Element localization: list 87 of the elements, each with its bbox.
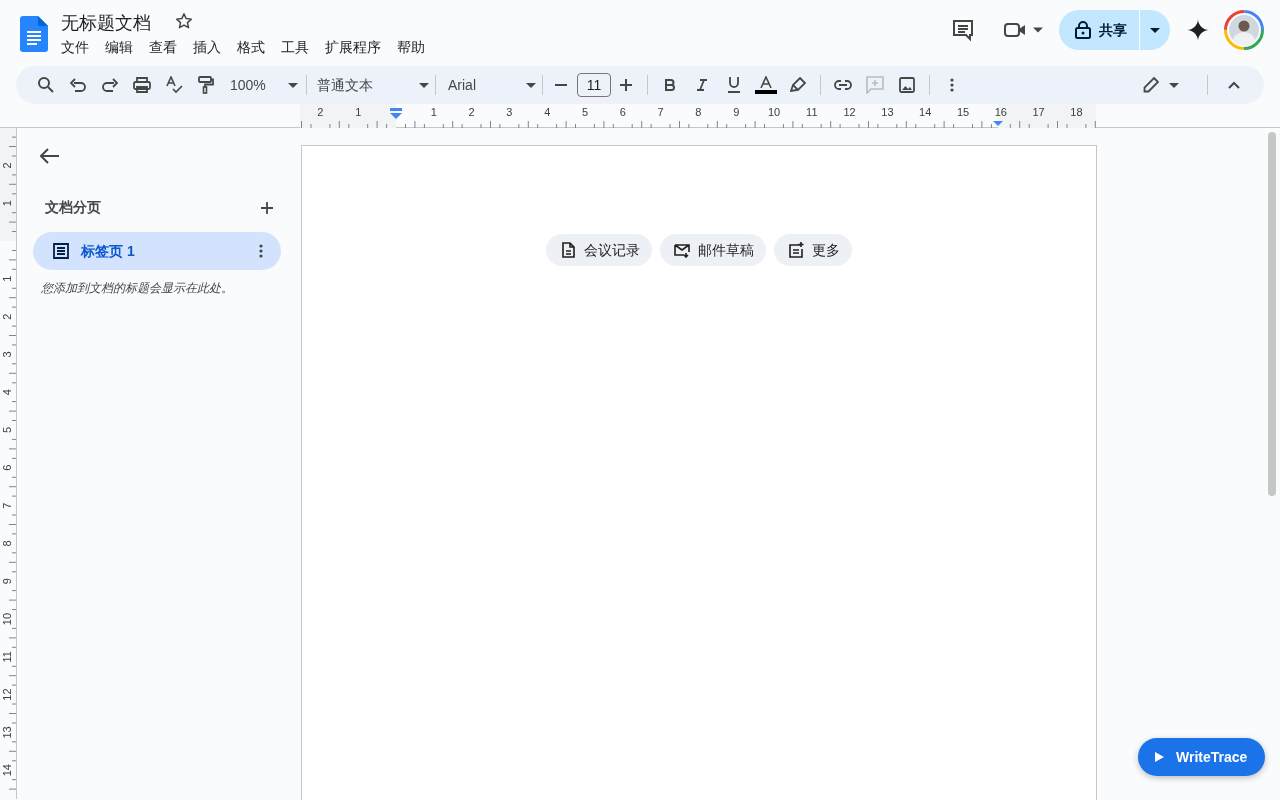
document-page[interactable]: 会议记录 邮件草稿 更多 (301, 145, 1097, 800)
ruler-number: 2 (468, 106, 475, 118)
menu-item[interactable]: 查看 (149, 35, 185, 58)
font-dropdown[interactable]: Arial (448, 71, 536, 99)
document-icon (53, 243, 69, 259)
caret-icon (526, 82, 536, 88)
indent-marker[interactable] (390, 108, 402, 119)
ruler-number: 12 (1, 688, 13, 701)
ruler-number: 9 (733, 106, 740, 118)
zoom-dropdown[interactable]: 100% (230, 71, 298, 99)
ruler-number: 7 (657, 106, 664, 118)
ruler-number: 4 (544, 106, 551, 118)
ruler-number: 5 (1, 426, 13, 434)
menu-item[interactable]: 扩展程序 (325, 35, 389, 58)
mail-icon (674, 242, 690, 258)
ruler-number: 8 (1, 540, 13, 547)
font-size-field[interactable]: 11 (577, 73, 611, 97)
indent-marker[interactable] (993, 121, 1003, 126)
tab-label: 标签页 1 (81, 241, 135, 261)
menu-item[interactable]: 插入 (193, 35, 229, 58)
caret-icon (419, 82, 429, 88)
ruler-number: 16 (994, 106, 1007, 118)
caret-icon (1033, 27, 1043, 33)
template-chip[interactable]: 更多 (774, 234, 852, 266)
comments-icon[interactable] (951, 18, 975, 42)
sparkle-icon[interactable] (1186, 18, 1210, 42)
ruler-number: 17 (1032, 106, 1045, 118)
pencil-icon (1143, 77, 1159, 93)
menu-item[interactable]: 格式 (237, 35, 273, 58)
lock-icon (1075, 21, 1091, 39)
ruler-number: 5 (581, 106, 589, 118)
template-chip[interactable]: 会议记录 (546, 234, 652, 266)
ruler-number: 1 (1, 275, 13, 282)
ruler-number: 11 (1, 651, 13, 663)
ruler-number: 2 (1, 313, 13, 320)
ruler-number: 15 (956, 106, 970, 118)
play-icon (1154, 752, 1164, 762)
caret-icon (288, 82, 298, 88)
menu-item[interactable]: 文件 (61, 35, 97, 58)
share-label: 共享 (1099, 20, 1127, 40)
menu-item[interactable]: 编辑 (105, 35, 141, 58)
more-icon[interactable] (259, 244, 263, 258)
editing-mode-button[interactable] (1143, 77, 1179, 93)
ruler-number: 3 (506, 106, 513, 118)
ruler-number: 9 (1, 578, 13, 585)
docs-logo-icon[interactable] (20, 16, 48, 52)
ruler-number: 13 (1, 726, 13, 739)
star-icon[interactable] (175, 12, 193, 30)
ruler-number: 1 (430, 106, 437, 118)
vertical-ruler[interactable]: 2 1 1 2 3 4 5 6 7 8 9 10 11 12 13 14 (0, 128, 17, 799)
ruler-number: 4 (1, 389, 13, 396)
ruler-number: 14 (919, 106, 932, 118)
hint-text: 您添加到文档的标题会显示在此处。 (41, 280, 234, 297)
document-icon (560, 242, 576, 258)
paragraph-style-dropdown[interactable]: 普通文本 (317, 71, 429, 99)
ruler-number: 11 (806, 106, 818, 118)
ruler-number: 13 (881, 106, 894, 118)
ruler-number: 10 (1, 612, 13, 626)
avatar[interactable] (1224, 10, 1264, 50)
sidebar-title: 文档分页 (45, 198, 101, 217)
ruler-number: 6 (619, 106, 626, 118)
caret-icon (1169, 82, 1179, 88)
ruler-number: 10 (767, 106, 781, 118)
menu-item[interactable]: 帮助 (397, 35, 433, 58)
ruler-number: 14 (1, 764, 13, 777)
ruler-number: 1 (355, 106, 362, 118)
ruler-number: 3 (1, 351, 13, 358)
ruler-number: 7 (1, 502, 13, 509)
scrollbar-thumb[interactable] (1268, 132, 1276, 496)
template-chip[interactable]: 邮件草稿 (660, 234, 766, 266)
ruler-number: 2 (1, 162, 13, 169)
ruler-number: 8 (695, 106, 702, 118)
document-title[interactable]: 无标题文档 (61, 12, 151, 34)
writetrace-button[interactable]: WriteTrace (1138, 738, 1266, 776)
ruler-number: 1 (1, 200, 13, 207)
caret-icon[interactable] (1150, 27, 1160, 33)
add-note-icon (788, 242, 804, 258)
ruler-number: 2 (317, 106, 324, 118)
add-icon[interactable] (261, 201, 273, 214)
ruler-number: 18 (1070, 106, 1083, 118)
document-tab[interactable]: 标签页 1 (33, 232, 281, 270)
share-button[interactable]: 共享 (1059, 10, 1170, 50)
menu-item[interactable]: 工具 (281, 35, 317, 58)
horizontal-ruler[interactable]: 2 1 1 2 3 4 5 6 7 8 9 10 11 12 13 14 15 16 17 18 (300, 104, 1096, 128)
ruler-number: 12 (843, 106, 856, 118)
back-arrow-icon[interactable] (40, 148, 60, 164)
ruler-number: 6 (1, 464, 13, 471)
